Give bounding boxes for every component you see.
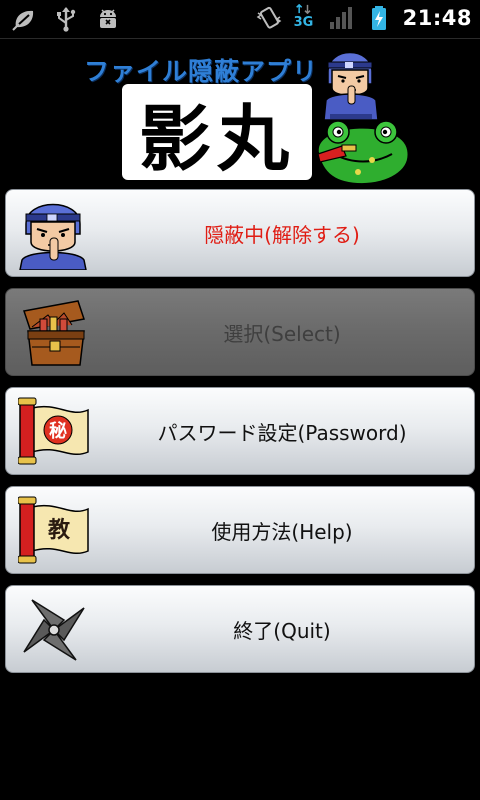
leaf-notification-icon — [12, 10, 34, 31]
teaching-scroll-icon: 教 — [18, 496, 89, 564]
quit-button-label: 終了(Quit) — [233, 618, 331, 643]
clock: 21:48 — [402, 6, 472, 30]
android-debug-icon — [100, 9, 116, 28]
app-banner: ファイル隠蔽アプリ 影丸 — [0, 40, 480, 188]
svg-text:教: 教 — [48, 517, 71, 543]
help-button-label: 使用方法(Help) — [211, 519, 353, 544]
ninja-icon — [19, 203, 87, 270]
signal-icon — [329, 7, 352, 29]
secret-scroll-icon: 秘 — [18, 397, 89, 465]
password-button[interactable]: 秘 パスワード設定(Password) — [5, 387, 475, 475]
password-button-label: パスワード設定(Password) — [157, 420, 407, 445]
svg-text:秘: 秘 — [49, 420, 67, 442]
vibrate-icon — [256, 6, 281, 29]
quit-button[interactable]: 終了(Quit) — [5, 585, 475, 673]
data-activity-icon — [295, 4, 311, 14]
unhide-button[interactable]: 隠蔽中(解除する) — [5, 189, 475, 277]
unhide-button-label: 隠蔽中(解除する) — [204, 222, 360, 247]
network-type-label: 3G — [293, 15, 314, 30]
select-button[interactable]: 選択(Select) — [5, 288, 475, 376]
treasure-chest-icon — [23, 300, 85, 366]
battery-charging-icon — [371, 6, 386, 30]
help-button[interactable]: 教 使用方法(Help) — [5, 486, 475, 574]
shuriken-icon — [23, 599, 85, 661]
network-type-3g: 3G — [293, 4, 317, 32]
ninja-on-frog-icon — [315, 51, 410, 188]
main-menu: 隠蔽中(解除する) 選択(Select) 秘 パスワード設定(Password) — [5, 189, 475, 684]
app-title-logo: 影丸 — [122, 84, 312, 181]
select-button-label: 選択(Select) — [223, 321, 341, 346]
status-bar: 3G 21:48 — [0, 0, 480, 39]
usb-icon — [57, 7, 76, 32]
